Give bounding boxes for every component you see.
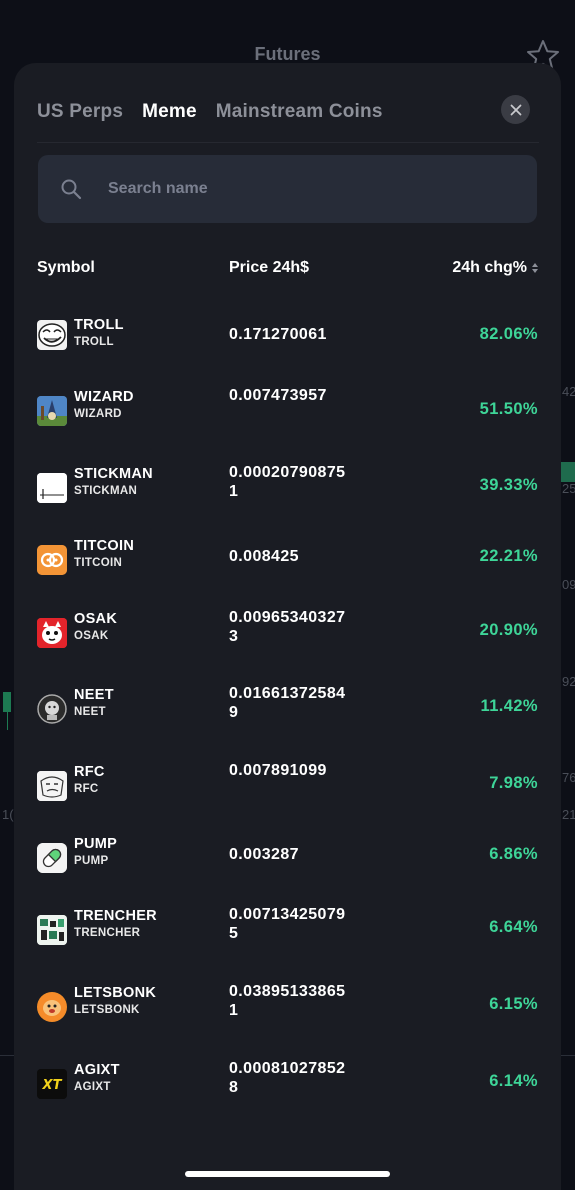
tab-mainstream-coins[interactable]: Mainstream Coins: [216, 101, 383, 123]
coin-symbol: LETSBONK: [74, 1004, 140, 1016]
coin-change: 6.14%: [489, 1072, 538, 1090]
coin-change: 6.86%: [489, 845, 538, 863]
coin-price: 0.171270061: [229, 326, 327, 343]
chart-axis-label: 42: [562, 384, 575, 399]
svg-text:XT: XT: [42, 1078, 63, 1093]
coin-price: 0.007891099: [229, 762, 327, 779]
coin-name: AGIXT: [74, 1062, 120, 1078]
coin-change: 82.06%: [479, 325, 538, 343]
search-icon: [61, 179, 82, 200]
coin-name: OSAK: [74, 611, 118, 627]
coin-symbol: OSAK: [74, 630, 109, 642]
tab-us-perps[interactable]: US Perps: [37, 101, 123, 123]
chart-axis-label: 09: [562, 577, 575, 592]
coin-price: 0.008425: [229, 548, 299, 565]
coin-change: 20.90%: [479, 621, 538, 639]
coin-name: RFC: [74, 764, 105, 780]
neet-icon: [37, 694, 67, 724]
coin-price: 0.016613725849: [229, 685, 346, 721]
coin-symbol: TITCOIN: [74, 557, 123, 569]
column-header-change-label: 24h chg%: [452, 259, 527, 276]
coin-name: TITCOIN: [74, 538, 135, 554]
coin-selector-sheet: US Perps Meme Mainstream Coins Symbol Pr…: [14, 63, 561, 1190]
coin-name: TRENCHER: [74, 908, 157, 924]
coin-symbol: WIZARD: [74, 408, 122, 420]
troll-face-icon: [37, 320, 67, 350]
coin-price: 0.009653403273: [229, 609, 346, 645]
search-input[interactable]: [108, 177, 508, 201]
coin-row[interactable]: TITCOIN TITCOIN 0.008425 22.21%: [14, 528, 561, 588]
osak-icon: [37, 618, 67, 648]
coin-price: 0.007473957: [229, 387, 327, 404]
letsbonk-icon: [37, 992, 67, 1022]
coin-symbol: PUMP: [74, 855, 109, 867]
coin-change: 6.64%: [489, 918, 538, 936]
coin-price: 0.038951338651: [229, 983, 346, 1019]
wizard-icon: [37, 396, 67, 426]
category-tabs: US Perps Meme Mainstream Coins: [37, 101, 402, 123]
coin-price: 0.000810278528: [229, 1060, 346, 1096]
sort-icon: [532, 263, 538, 273]
coin-row[interactable]: RFC RFC 0.007891099 7.98%: [14, 754, 561, 814]
stickman-icon: [37, 473, 67, 503]
coin-symbol: NEET: [74, 706, 106, 718]
coin-name: NEET: [74, 687, 114, 703]
search-box[interactable]: [38, 155, 537, 223]
coin-symbol: AGIXT: [74, 1081, 111, 1093]
coin-row[interactable]: XT AGIXT AGIXT 0.000810278528 6.14%: [14, 1052, 561, 1112]
agixt-icon: XT: [37, 1069, 67, 1099]
coin-symbol: TRENCHER: [74, 927, 141, 939]
home-indicator: [185, 1171, 390, 1177]
coin-price: 0.007134250795: [229, 906, 346, 942]
coin-row[interactable]: WIZARD WIZARD 0.007473957 51.50%: [14, 379, 561, 439]
coin-name: WIZARD: [74, 389, 134, 405]
coin-change: 7.98%: [489, 774, 538, 792]
pill-icon: [37, 843, 67, 873]
chart-axis-label: 25: [562, 481, 575, 496]
price-tag: [560, 462, 575, 482]
coin-change: 22.21%: [479, 547, 538, 565]
coin-row[interactable]: NEET NEET 0.016613725849 11.42%: [14, 677, 561, 737]
trencher-icon: [37, 915, 67, 945]
coin-symbol: RFC: [74, 783, 99, 795]
table-header: Symbol Price 24h$ 24h chg%: [14, 259, 561, 283]
coin-name: TROLL: [74, 317, 124, 333]
chart-axis-label: 21: [562, 807, 575, 822]
coin-price: 0.000207908751: [229, 464, 346, 500]
coin-row[interactable]: TROLL TROLL 0.171270061 82.06%: [14, 303, 561, 363]
coin-change: 39.33%: [479, 476, 538, 494]
coin-row[interactable]: TRENCHER TRENCHER 0.007134250795 6.64%: [14, 898, 561, 958]
chart-axis-label: 1(: [2, 807, 14, 822]
coin-row[interactable]: STICKMAN STICKMAN 0.000207908751 39.33%: [14, 456, 561, 516]
candle-wick: [6, 705, 8, 730]
coin-change: 11.42%: [480, 697, 538, 715]
coin-row[interactable]: PUMP PUMP 0.003287 6.86%: [14, 826, 561, 886]
page-title: Futures: [254, 44, 321, 64]
divider: [37, 142, 539, 143]
coin-name: PUMP: [74, 836, 118, 852]
titcoin-icon: [37, 545, 67, 575]
chart-axis-label: 92: [562, 674, 575, 689]
coin-change: 51.50%: [479, 400, 538, 418]
coin-row[interactable]: OSAK OSAK 0.009653403273 20.90%: [14, 601, 561, 661]
coin-name: STICKMAN: [74, 466, 153, 482]
tab-meme[interactable]: Meme: [142, 101, 197, 123]
close-button[interactable]: [501, 95, 530, 124]
column-header-change[interactable]: 24h chg%: [452, 259, 539, 277]
chart-axis-label: 76: [562, 770, 575, 785]
coin-price: 0.003287: [229, 846, 299, 863]
coin-name: LETSBONK: [74, 985, 157, 1001]
column-header-symbol: Symbol: [37, 259, 95, 276]
coin-symbol: STICKMAN: [74, 485, 138, 497]
column-header-price: Price 24h$: [229, 259, 310, 276]
coin-symbol: TROLL: [74, 336, 114, 348]
close-icon: [510, 104, 521, 115]
coin-row[interactable]: LETSBONK LETSBONK 0.038951338651 6.15%: [14, 975, 561, 1035]
rfc-icon: [37, 771, 67, 801]
coin-change: 6.15%: [489, 995, 538, 1013]
